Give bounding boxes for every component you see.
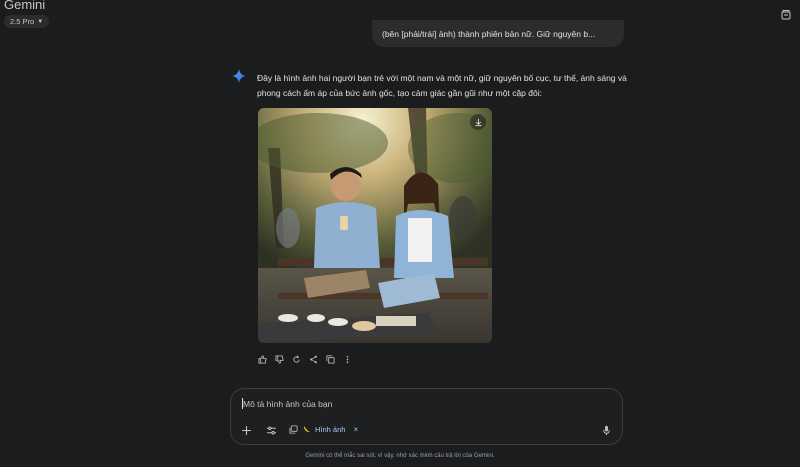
regenerate-icon[interactable] — [291, 354, 302, 365]
banana-icon — [303, 426, 311, 432]
gemini-spark-icon — [232, 69, 246, 83]
footer-disclaimer: Gemini có thể mắc sai sót, vì vậy, nhớ x… — [305, 453, 495, 459]
gemini-app: Gemini 2.5 Pro ▼ (bên [phải/trái] ảnh) t… — [0, 0, 800, 467]
response-actions — [257, 353, 353, 365]
prompt-input[interactable]: Mô tả hình ảnh của bạn — [243, 399, 332, 409]
more-vert-icon[interactable] — [342, 354, 353, 365]
app-title: Gemini — [4, 0, 46, 12]
chevron-down-icon: ▼ — [37, 18, 44, 25]
model-label: 2.5 Pro — [10, 17, 35, 26]
add-icon[interactable] — [241, 423, 252, 435]
temporary-chat-icon[interactable] — [780, 8, 792, 20]
download-button[interactable] — [470, 114, 486, 130]
image-gallery-icon — [289, 424, 298, 434]
prompt-composer[interactable]: Mô tả hình ảnh của bạn Hình ảnh × — [230, 388, 623, 445]
response-text: Đây là hình ảnh hai người bạn trẻ với mộ… — [257, 73, 627, 98]
copy-icon[interactable] — [325, 354, 336, 365]
close-icon[interactable]: × — [353, 425, 358, 434]
generated-image[interactable] — [258, 108, 492, 343]
image-tool-label: Hình ảnh — [315, 424, 346, 434]
thumb-up-icon[interactable] — [257, 354, 268, 365]
user-message-bubble: (bên [phải/trái] ảnh) thành phiên bản nữ… — [372, 20, 624, 47]
tools-icon[interactable] — [266, 423, 277, 435]
microphone-icon[interactable] — [601, 423, 612, 436]
download-icon — [474, 118, 482, 126]
share-icon[interactable] — [308, 354, 319, 365]
image-tool-chip[interactable]: Hình ảnh × — [289, 422, 358, 436]
thumb-down-icon[interactable] — [274, 354, 285, 365]
model-selector[interactable]: 2.5 Pro ▼ — [4, 15, 50, 28]
